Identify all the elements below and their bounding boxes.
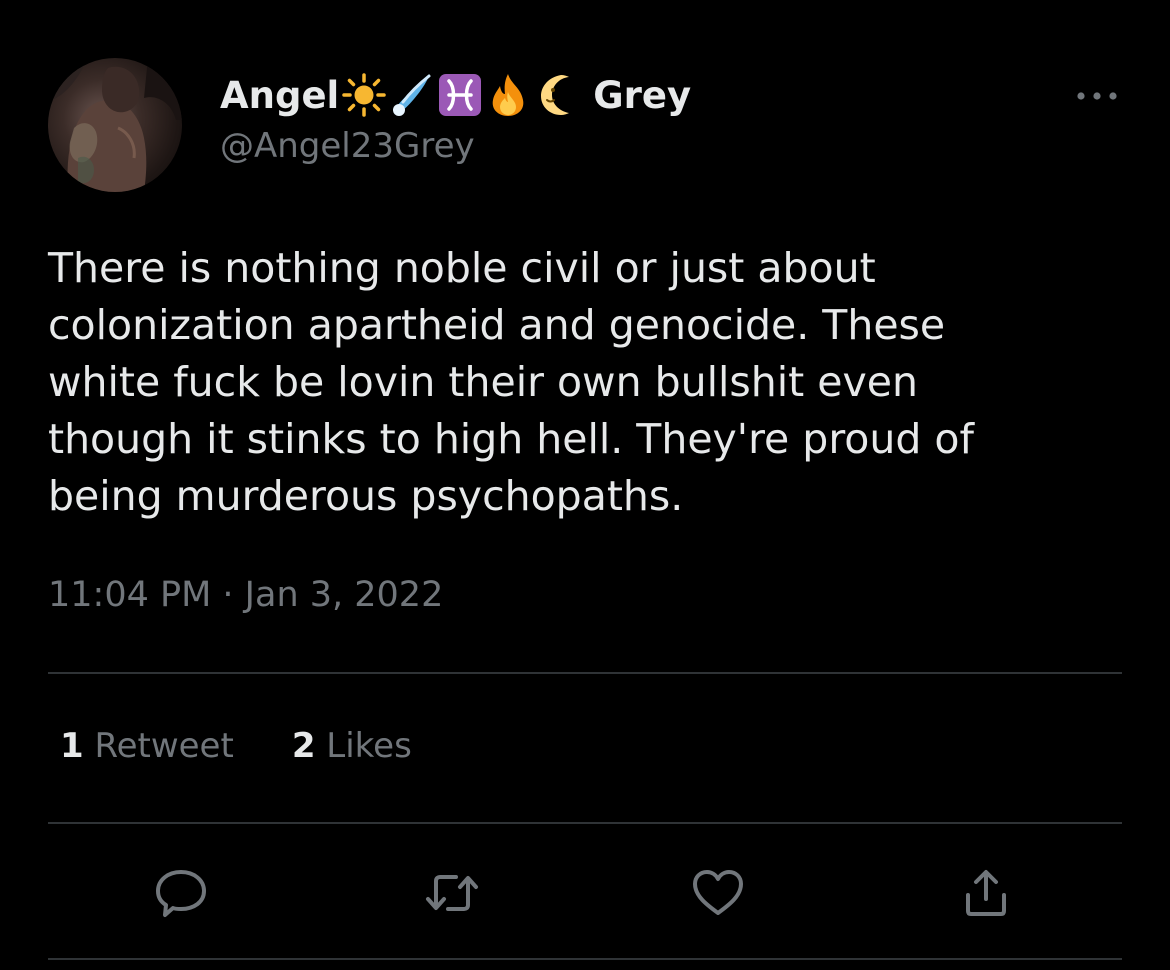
reply-icon (156, 870, 206, 917)
display-name-suffix: Grey (593, 73, 692, 117)
more-icon[interactable] (1072, 84, 1122, 108)
display-name[interactable]: Angel Grey (220, 66, 691, 124)
retweet-button[interactable] (422, 866, 482, 920)
user-handle[interactable]: @Angel23Grey (220, 126, 691, 166)
tweet-detail: Angel Grey @Angel23Grey There is nothing… (0, 0, 1170, 970)
author-block[interactable]: Angel Grey @Angel23Grey (220, 66, 691, 166)
tweet-timestamp[interactable]: 11:04 PM · Jan 3, 2022 (48, 575, 443, 615)
retweet-count: 1 (60, 726, 84, 766)
tweet-text: There is nothing noble civil or just abo… (48, 244, 974, 520)
heart-icon (693, 870, 743, 915)
fire-emoji (492, 74, 524, 116)
tweet-stats: 1 Retweet 2 Likes (60, 726, 470, 766)
display-name-prefix: Angel (220, 73, 340, 117)
likes-count-stat[interactable]: 2 Likes (292, 726, 412, 766)
retweet-icon (426, 875, 478, 911)
retweet-count-stat[interactable]: 1 Retweet (60, 726, 234, 766)
like-button[interactable] (688, 866, 748, 920)
comet-emoji (393, 74, 431, 116)
share-button[interactable] (956, 866, 1016, 920)
sun-emoji (342, 73, 386, 117)
retweet-label: Retweet (94, 726, 234, 766)
divider-bottom (48, 958, 1122, 960)
crescent-moon-face-emoji (541, 75, 570, 115)
reply-button[interactable] (151, 866, 211, 920)
likes-label: Likes (326, 726, 412, 766)
likes-count: 2 (291, 726, 316, 766)
avatar-photo (48, 58, 182, 192)
share-icon (966, 870, 1006, 916)
avatar[interactable] (48, 58, 182, 192)
pisces-emoji (439, 74, 482, 116)
divider-top (48, 672, 1122, 674)
divider-middle (48, 822, 1122, 824)
